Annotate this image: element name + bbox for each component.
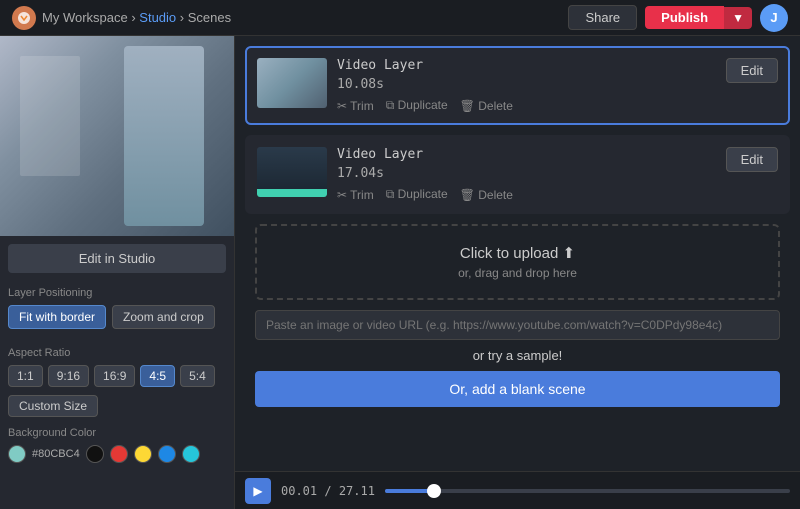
ratio-16-9[interactable]: 16:9 (94, 365, 135, 387)
layer-positioning-section: Layer Positioning Fit with border Zoom a… (0, 281, 234, 341)
color-swatch-yellow[interactable] (134, 445, 152, 463)
timeline-track[interactable] (385, 489, 790, 493)
url-input[interactable] (255, 310, 780, 340)
main-layout: Edit in Studio Layer Positioning Fit wit… (0, 36, 800, 509)
ratio-5-4[interactable]: 5:4 (180, 365, 215, 387)
preview-area (0, 36, 234, 236)
publish-dropdown-button[interactable]: ▼ (724, 7, 752, 29)
scene-actions-2: ✂ Trim ⧉ Duplicate 🗑 Delete (337, 187, 716, 202)
color-hex-label: #80CBC4 (32, 448, 80, 460)
share-button[interactable]: Share (568, 5, 637, 30)
or-sample-label: or try a sample! (473, 348, 563, 363)
current-time: 00.01 (281, 484, 317, 498)
scene-duration-1: 10.08s (337, 77, 716, 92)
trim-button-2[interactable]: ✂ Trim (337, 188, 374, 202)
color-swatch-cyan[interactable] (182, 445, 200, 463)
publish-button[interactable]: Publish (645, 6, 724, 29)
breadcrumb-scenes: Scenes (188, 10, 231, 25)
scene-thumb-image-1 (257, 58, 327, 108)
scene-duration-2: 17.04s (337, 166, 716, 181)
scene-card-1-top: Video Layer 10.08s ✂ Trim ⧉ Duplicate 🗑 … (257, 58, 778, 113)
zoom-and-crop-button[interactable]: Zoom and crop (112, 305, 215, 329)
upload-icon: ⬆ (562, 245, 575, 262)
right-panel: Video Layer 10.08s ✂ Trim ⧉ Duplicate 🗑 … (235, 36, 800, 509)
total-time: 27.11 (339, 484, 375, 498)
upload-area[interactable]: Click to upload ⬆ or, drag and drop here (255, 224, 780, 300)
delete-button-1[interactable]: 🗑 Delete (460, 99, 513, 113)
delete-button-2[interactable]: 🗑 Delete (460, 188, 513, 202)
scene-thumbnail-1 (257, 58, 327, 108)
color-swatch-teal[interactable] (8, 445, 26, 463)
scene-thumbnail-2 (257, 147, 327, 197)
add-blank-scene-button[interactable]: Or, add a blank scene (255, 371, 780, 407)
header: My Workspace › Studio › Scenes Share Pub… (0, 0, 800, 36)
aspect-ratio-section: Aspect Ratio 1:1 9:16 16:9 4:5 5:4 Custo… (0, 341, 234, 421)
duplicate-button-2[interactable]: ⧉ Duplicate (386, 187, 448, 202)
ratio-9-16[interactable]: 9:16 (48, 365, 89, 387)
color-swatch-red[interactable] (110, 445, 128, 463)
avatar[interactable]: J (760, 4, 788, 32)
time-display: 00.01 / 27.11 (281, 484, 375, 498)
background-color-label: Background Color (8, 427, 226, 439)
fit-with-border-button[interactable]: Fit with border (8, 305, 106, 329)
positioning-btn-group: Fit with border Zoom and crop (8, 305, 226, 329)
scene-card-2: Video Layer 17.04s ✂ Trim ⧉ Duplicate 🗑 … (245, 135, 790, 214)
edit-scene-button-2[interactable]: Edit (726, 147, 778, 172)
publish-group: Publish ▼ (645, 6, 752, 29)
scene-card-1: Video Layer 10.08s ✂ Trim ⧉ Duplicate 🗑 … (245, 46, 790, 125)
scene-title-1: Video Layer (337, 58, 716, 73)
ratio-4-5[interactable]: 4:5 (140, 365, 175, 387)
scene-card-2-top: Video Layer 17.04s ✂ Trim ⧉ Duplicate 🗑 … (257, 147, 778, 202)
aspect-ratio-buttons: 1:1 9:16 16:9 4:5 5:4 (8, 365, 226, 387)
breadcrumb-studio[interactable]: Studio (139, 10, 176, 25)
time-separator: / (317, 484, 339, 498)
scene-info-1: Video Layer 10.08s ✂ Trim ⧉ Duplicate 🗑 … (337, 58, 716, 113)
timeline-thumb[interactable] (427, 484, 441, 498)
edit-in-studio-button[interactable]: Edit in Studio (8, 244, 226, 273)
left-panel: Edit in Studio Layer Positioning Fit wit… (0, 36, 235, 509)
scene-title-2: Video Layer (337, 147, 716, 162)
aspect-ratio-label: Aspect Ratio (8, 347, 226, 359)
color-swatch-blue[interactable] (158, 445, 176, 463)
click-to-upload-label: Click to upload (460, 245, 558, 262)
ratio-1-1[interactable]: 1:1 (8, 365, 43, 387)
scene-actions-1: ✂ Trim ⧉ Duplicate 🗑 Delete (337, 98, 716, 113)
upload-title: Click to upload ⬆ (275, 244, 760, 262)
preview-canvas (0, 36, 234, 236)
header-left: My Workspace › Studio › Scenes (12, 6, 231, 30)
url-input-row (255, 310, 780, 340)
scenes-list: Video Layer 10.08s ✂ Trim ⧉ Duplicate 🗑 … (235, 36, 800, 471)
timeline-bar: ▶ 00.01 / 27.11 (235, 471, 800, 509)
play-button[interactable]: ▶ (245, 478, 271, 504)
header-right: Share Publish ▼ J (568, 4, 788, 32)
breadcrumb-sep2: › (176, 10, 188, 25)
custom-size-button[interactable]: Custom Size (8, 395, 98, 417)
trim-button-1[interactable]: ✂ Trim (337, 99, 374, 113)
layer-positioning-label: Layer Positioning (8, 287, 226, 299)
edit-scene-button-1[interactable]: Edit (726, 58, 778, 83)
color-swatches-row: #80CBC4 (8, 445, 226, 463)
scene-thumb-bar-2 (257, 189, 327, 197)
breadcrumb: My Workspace › Studio › Scenes (42, 10, 231, 25)
breadcrumb-workspace: My Workspace (42, 10, 128, 25)
duplicate-button-1[interactable]: ⧉ Duplicate (386, 98, 448, 113)
breadcrumb-sep1: › (128, 10, 140, 25)
upload-subtitle: or, drag and drop here (275, 266, 760, 280)
background-color-section: Background Color #80CBC4 (0, 421, 234, 467)
logo-icon (12, 6, 36, 30)
color-swatch-black[interactable] (86, 445, 104, 463)
or-sample-row: or try a sample! (245, 348, 790, 363)
scene-info-2: Video Layer 17.04s ✂ Trim ⧉ Duplicate 🗑 … (337, 147, 716, 202)
